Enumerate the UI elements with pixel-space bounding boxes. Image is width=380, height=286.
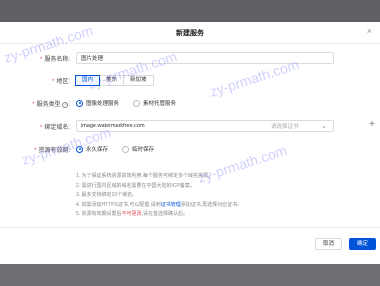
close-icon[interactable]: ×	[367, 26, 372, 36]
service-type-radios: 图像处理服务 素材托管服务	[76, 99, 176, 107]
service-name-label: * 服务名称:	[39, 56, 70, 63]
overlay-top	[0, 0, 380, 22]
service-name-input[interactable]: 图片处理	[76, 52, 334, 64]
note-item: 4. 如需添加HTTPS证书,可以配置,请到证书管理添加证书,再选择对应证书。	[76, 201, 243, 208]
dialog-title: 新建服务	[176, 30, 204, 37]
radio-checked-icon	[76, 99, 83, 107]
cert-manage-link[interactable]: 证书管理	[161, 202, 181, 208]
cache-temporary[interactable]: 临时保存	[122, 145, 154, 153]
cache-permanent[interactable]: 永久保存	[76, 145, 108, 153]
add-domain-button[interactable]: +	[366, 119, 378, 131]
footer-divider	[0, 227, 380, 228]
domain-select[interactable]: image.watermarkfree.com 请选择证书 ⌄	[76, 120, 334, 132]
region-option-singapore[interactable]: 新加坡	[123, 74, 154, 86]
note-item: 3. 最多支持绑定10个域名。	[76, 192, 138, 198]
certificate-placeholder: 请选择证书	[271, 124, 299, 130]
region-row: * 地区: 国内 美东 新加坡	[0, 73, 380, 87]
chevron-down-icon: ⌄	[321, 123, 327, 130]
radio-unchecked-icon	[133, 99, 141, 107]
radio-unchecked-icon	[122, 145, 130, 153]
service-type-label: * 服务类型 ?:	[32, 101, 70, 108]
cancel-button[interactable]: 取消	[315, 238, 343, 250]
radio-checked-icon	[76, 145, 83, 153]
new-service-dialog: 新建服务 × * 服务名称: 图片处理 * 地区: 国内 美东 新加坡 * 服务类型 …	[0, 22, 380, 264]
cache-radios: 永久保存 临时保存	[76, 145, 154, 153]
help-icon: ?	[62, 101, 69, 108]
region-option-domestic[interactable]: 国内	[75, 74, 101, 86]
cache-row: * 资源有效期: 永久保存 临时保存	[0, 142, 380, 156]
domain-label: * 绑定域名:	[39, 124, 70, 131]
header-divider	[0, 43, 380, 44]
region-option-us-east[interactable]: 美东	[99, 74, 125, 86]
note-item: 1. 为了保证系统资源高效利用,每个服务可绑定多个域名资源。	[76, 173, 213, 179]
overlay-bottom	[0, 264, 380, 286]
service-type-image[interactable]: 图像处理服务	[76, 99, 119, 107]
cache-label: * 资源有效期:	[33, 147, 70, 154]
region-label: * 地区:	[51, 78, 70, 85]
service-type-row: * 服务类型 ?: 图像处理服务 素材托管服务	[0, 96, 380, 110]
service-type-material[interactable]: 素材托管服务	[133, 99, 176, 107]
service-name-row: * 服务名称: 图片处理	[0, 51, 380, 65]
warning-text: 不可更改	[121, 211, 142, 217]
region-segmented: 国内 美东 新加坡	[75, 74, 154, 86]
note-item: 2. 需进行国内区域的域名需要在中国大陆的ICP备案。	[76, 182, 195, 189]
note-item: 5. 资源有效期设置后不可更改,请在首选择确认后。	[76, 211, 188, 217]
domain-row: * 绑定域名: image.watermarkfree.com 请选择证书 ⌄	[0, 119, 380, 133]
notes-list: 1. 为了保证系统资源高效利用,每个服务可绑定多个域名资源。 2. 需进行国内区…	[76, 172, 356, 220]
confirm-button[interactable]: 确定	[349, 238, 377, 250]
